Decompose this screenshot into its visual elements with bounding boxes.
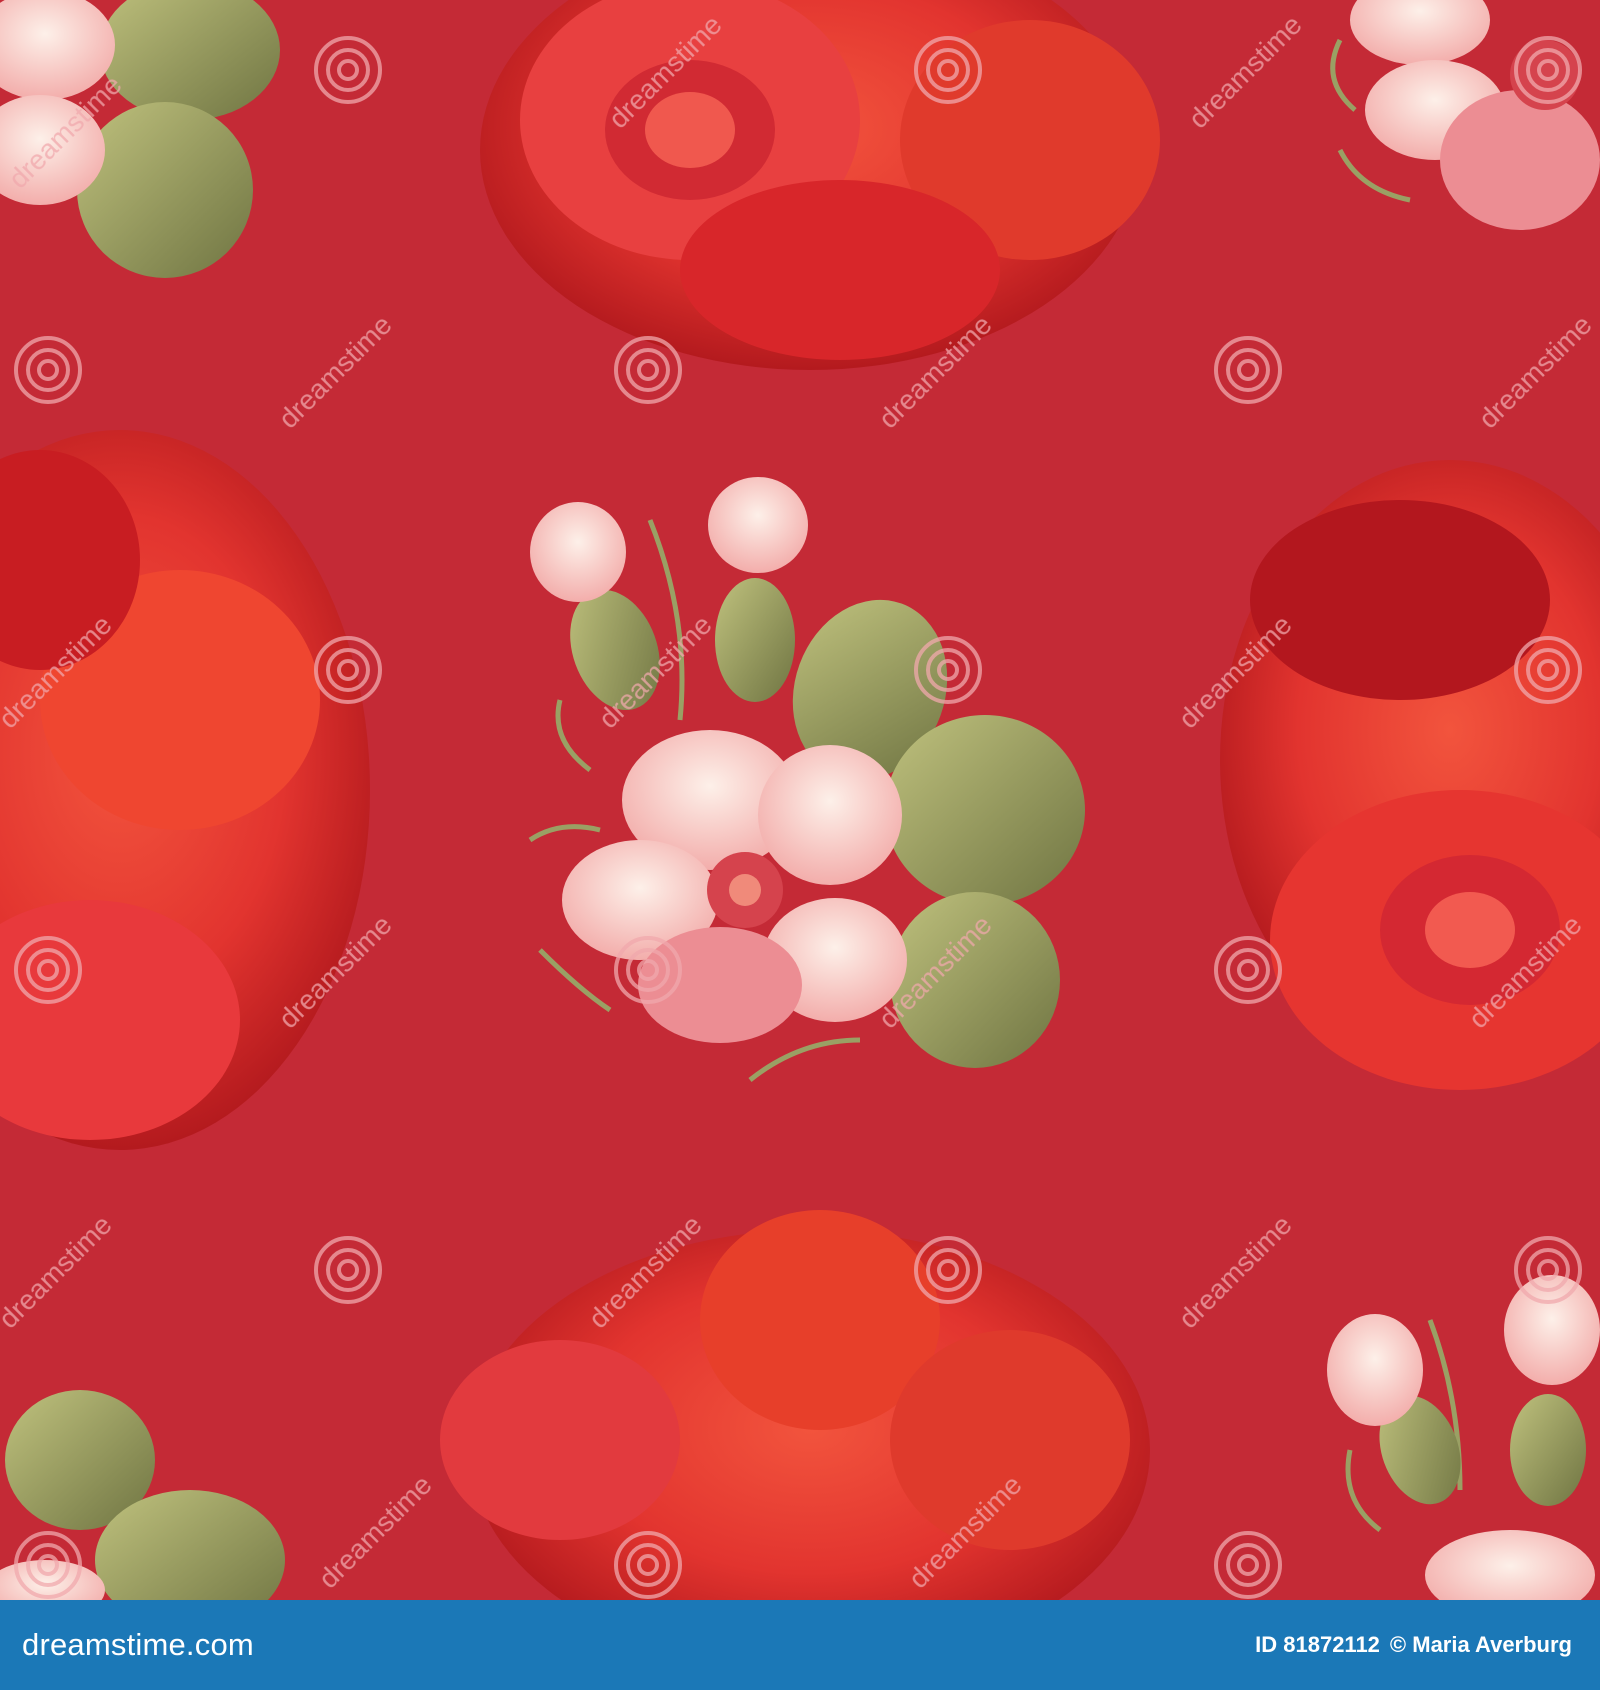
pattern-artwork: dreamstime dreamstime dreamstime dreamst… bbox=[0, 0, 1600, 1600]
floral-pattern-image: dreamstime dreamstime dreamstime dreamst… bbox=[0, 0, 1600, 1600]
brand-logo: dreamstime.com bbox=[22, 1627, 254, 1662]
image-id: ID 81872112 bbox=[1255, 1632, 1380, 1657]
author-name: © Maria Averburg bbox=[1389, 1632, 1572, 1657]
footer-bar: dreamstime.com ID 81872112 © Maria Averb… bbox=[0, 1600, 1600, 1690]
image-credit: ID 81872112 © Maria Averburg bbox=[1255, 1632, 1572, 1658]
